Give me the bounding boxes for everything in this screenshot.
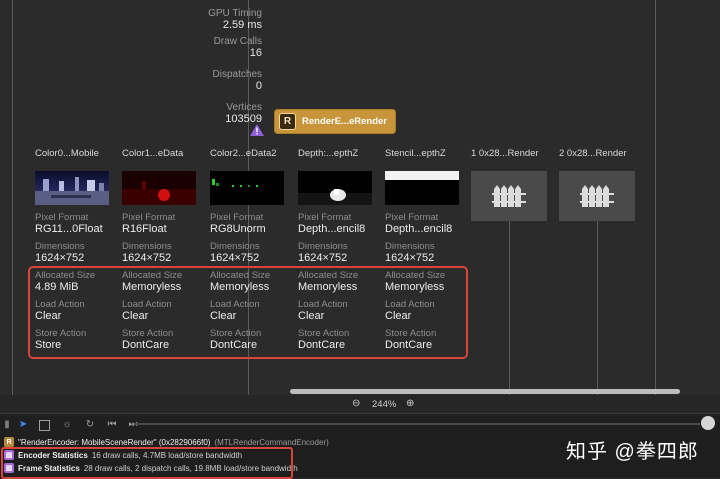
pixel-format-value: Depth...encil8: [385, 223, 453, 235]
render-encoder-label: RenderE...eRender: [302, 116, 387, 127]
zoom-in-icon[interactable]: ⊕: [406, 398, 414, 409]
pixel-format-value: RG11...0Float: [35, 223, 103, 235]
attachment-title: Color2...eData2: [210, 148, 277, 159]
draw-calls-value: 16: [249, 47, 262, 59]
activate-breakpoints-icon[interactable]: ➤: [17, 419, 29, 431]
breakpoint-icon[interactable]: ▮: [1, 419, 13, 431]
pixel-format-value: Depth...encil8: [298, 223, 366, 235]
render-encoder-badge-icon: R: [279, 113, 296, 130]
attachment-thumbnail[interactable]: [122, 171, 196, 205]
red-channel-preview-image: [122, 171, 196, 205]
horizontal-scrollbar[interactable]: [290, 389, 680, 394]
watermark-text: 知乎 @拳四郎: [566, 441, 699, 463]
warning-icon[interactable]: [250, 124, 264, 136]
connector-line: [12, 0, 13, 395]
debug-bug-icon[interactable]: ☼: [61, 419, 73, 431]
attachment-thumbnail[interactable]: [210, 171, 284, 205]
attachment-thumbnail[interactable]: [385, 171, 459, 205]
encoder-title: "RenderEncoder: MobileSceneRender" (0x28…: [18, 437, 211, 447]
gpu-timing-label: GPU Timing: [208, 8, 262, 19]
annotation-highlight-box: [1, 447, 293, 479]
pixel-format-value: R16Float: [122, 223, 167, 235]
dispatches-label: Dispatches: [212, 69, 262, 80]
stencil-preview-image: [385, 171, 459, 180]
connector-line: [509, 221, 510, 395]
connector-line: [655, 0, 656, 395]
connector-line: [597, 221, 598, 395]
render-encoder-icon: R: [4, 437, 14, 447]
pixel-format-label: Pixel Format: [210, 212, 264, 223]
green-channel-preview-image: [212, 179, 258, 187]
zoom-out-icon[interactable]: ⊖: [352, 398, 360, 409]
placeholder-thumbnail[interactable]: [471, 171, 547, 221]
render-encoder-node[interactable]: R RenderE...eRender: [274, 109, 396, 134]
step-forward-icon[interactable]: ⏭: [127, 419, 139, 431]
attachment-title: Color0...Mobile: [35, 148, 99, 159]
placeholder-node[interactable]: 1 0x28...Render: [471, 148, 555, 162]
timeline-slider-track[interactable]: [134, 423, 700, 425]
placeholder-title: 1 0x28...Render: [471, 148, 539, 159]
dimensions-value: 1624×752: [385, 252, 435, 264]
dimensions-value: 1624×752: [122, 252, 172, 264]
attachment-thumbnail[interactable]: [298, 171, 372, 205]
dimensions-value: 1624×752: [298, 252, 348, 264]
gpu-timing-value: 2.59 ms: [222, 19, 262, 31]
scene-preview-image: [35, 177, 109, 205]
zoom-bar: ⊖ 244% ⊕: [0, 395, 720, 413]
gpu-stats: GPU Timing 2.59 ms Draw Calls 16 Dispatc…: [180, 8, 262, 130]
placeholder-node[interactable]: 2 0x28...Render: [559, 148, 643, 162]
pixel-format-label: Pixel Format: [35, 212, 89, 223]
dimensions-value: 1624×752: [35, 252, 85, 264]
draw-calls-label: Draw Calls: [213, 36, 262, 47]
pixel-format-label: Pixel Format: [298, 212, 352, 223]
pixel-format-value: RG8Unorm: [210, 223, 266, 235]
vertices-label: Vertices: [226, 102, 262, 113]
dimensions-label: Dimensions: [298, 241, 348, 252]
dimensions-label: Dimensions: [385, 241, 435, 252]
reload-icon[interactable]: ↻: [84, 419, 96, 431]
attachment-title: Depth:...epthZ: [298, 148, 359, 159]
attachment-thumbnail[interactable]: [35, 171, 109, 205]
placeholder-title: 2 0x28...Render: [559, 148, 627, 159]
depth-preview-image: [298, 189, 372, 205]
pixel-format-label: Pixel Format: [385, 212, 439, 223]
dimensions-label: Dimensions: [210, 241, 260, 252]
dispatches-value: 0: [255, 80, 262, 92]
step-back-icon[interactable]: ⏮: [106, 419, 118, 431]
encoder-type: (MTLRenderCommandEncoder): [214, 437, 329, 447]
attachment-title: Stencil...epthZ: [385, 148, 446, 159]
dimensions-label: Dimensions: [35, 241, 85, 252]
pixel-format-label: Pixel Format: [122, 212, 176, 223]
zoom-level: 244%: [372, 399, 397, 410]
placeholder-thumbnail[interactable]: [559, 171, 635, 221]
dimensions-value: 1624×752: [210, 252, 260, 264]
annotation-highlight-box: [28, 266, 468, 359]
pause-icon[interactable]: [39, 420, 50, 431]
dependency-graph-canvas[interactable]: GPU Timing 2.59 ms Draw Calls 16 Dispatc…: [0, 0, 720, 395]
timeline-slider-knob[interactable]: [701, 416, 715, 430]
dimensions-label: Dimensions: [122, 241, 172, 252]
fence-icon: [580, 185, 614, 207]
attachment-title: Color1...eData: [122, 148, 184, 159]
fence-icon: [492, 185, 526, 207]
